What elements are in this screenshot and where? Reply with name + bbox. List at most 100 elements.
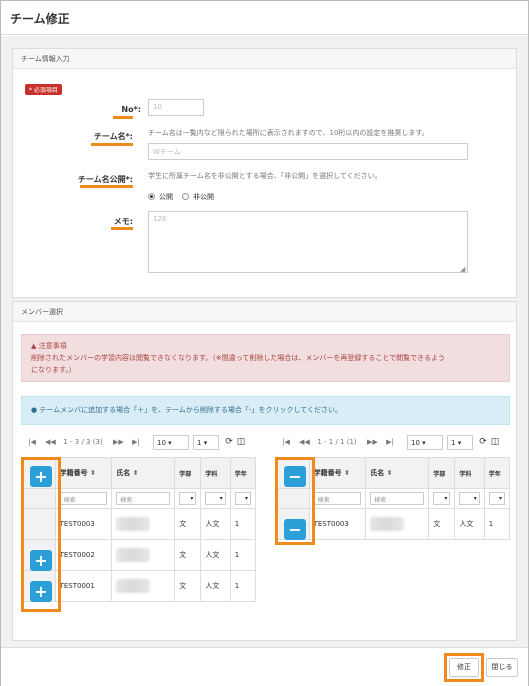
left-filter-student-no-cell: 検索	[54, 488, 113, 509]
left-student-no-header[interactable]: 学籍番号 ⬍	[54, 457, 113, 489]
left-page-select[interactable]: 1 ▾	[193, 435, 219, 450]
left-pager: |◀ ◀◀ 1 - 3 / 3 (3) ▶▶ ▶| 10 ▾ 1 ▾ ⟳ ◫	[21, 435, 261, 451]
public-radio[interactable]	[148, 193, 155, 200]
team-info-panel-title: チーム情報入力	[13, 49, 516, 69]
memo-label: メモ:	[113, 217, 133, 226]
close-button[interactable]: 閉じる	[486, 658, 518, 677]
left-filter-subject-cell: ▾	[200, 488, 231, 509]
right-refresh-icon[interactable]: ⟳	[477, 435, 489, 449]
private-radio-label: 非公開	[193, 193, 214, 201]
left-year-cell: 1	[229, 539, 257, 571]
team-public-help: 学生に所属チーム名を非公開とする場合、「非公開」を選択してください。	[148, 172, 382, 180]
left-filter-student-no-input[interactable]: 検索	[59, 492, 108, 505]
right-columns-icon[interactable]: ◫	[489, 435, 501, 449]
info-icon: ●	[31, 406, 38, 414]
right-filter-name-cell: 検索	[365, 488, 430, 509]
blurred-name	[370, 517, 405, 531]
left-name-cell	[111, 570, 176, 602]
team-public-label-highlight	[80, 185, 133, 188]
info-text: テームメンバに追加する場合「＋」を、テームから削除する場合「-」をクリックしてく…	[39, 406, 343, 414]
memo-textarea[interactable]: 126	[148, 211, 468, 273]
right-student-no-header[interactable]: 学籍番号 ⬍	[308, 457, 367, 489]
left-prev-page-icon[interactable]: ◀◀	[45, 435, 56, 449]
right-filter-dept-cell: ▾	[428, 488, 456, 509]
right-year-header-label: 学年	[488, 470, 501, 478]
right-page-select[interactable]: 1 ▾	[447, 435, 473, 450]
member-select-panel-title: メンバー選択	[13, 302, 516, 322]
right-name-header[interactable]: 氏名 ⬍	[365, 457, 430, 489]
right-dept-header-label: 学部	[433, 470, 446, 478]
no-input[interactable]: 10	[148, 99, 204, 116]
left-student-no-cell: TEST0003	[54, 508, 113, 540]
team-name-input[interactable]: Wチーム	[148, 143, 468, 160]
left-page-value: 1	[197, 439, 202, 447]
private-radio[interactable]	[182, 193, 189, 200]
right-first-page-icon[interactable]: |◀	[281, 435, 291, 449]
left-filter-year-select[interactable]: ▾	[234, 492, 251, 505]
blurred-name	[116, 579, 151, 593]
right-subject-header[interactable]: 学科	[454, 457, 485, 489]
left-filter-dept-cell: ▾	[174, 488, 202, 509]
team-edit-modal: チーム修正 チーム情報入力 * 必須項目 No*: 10 チーム名*: チーム名…	[0, 0, 529, 686]
right-page-size-select[interactable]: 10 ▾	[407, 435, 443, 450]
right-next-page-icon[interactable]: ▶▶	[367, 435, 378, 449]
left-filter-name-input[interactable]: 検索	[116, 492, 171, 505]
left-first-page-icon[interactable]: |◀	[27, 435, 37, 449]
left-subject-header[interactable]: 学科	[200, 457, 231, 489]
left-filter-dept-select[interactable]: ▾	[179, 492, 197, 505]
right-year-cell: 1	[483, 508, 511, 540]
submit-button-highlight	[444, 653, 484, 682]
left-name-header[interactable]: 氏名 ⬍	[111, 457, 176, 489]
textarea-resize-handle[interactable]: ◢	[460, 265, 465, 273]
left-filter-subject-select[interactable]: ▾	[205, 492, 226, 505]
right-filter-year-select[interactable]: ▾	[488, 492, 505, 505]
left-year-header[interactable]: 学年	[229, 457, 257, 489]
right-student-no-cell: TEST0003	[308, 508, 367, 540]
right-dept-header[interactable]: 学部	[428, 457, 456, 489]
left-columns-icon[interactable]: ◫	[235, 435, 247, 449]
right-student-no-header-label: 学籍番号	[313, 469, 342, 477]
warning-icon: ▲	[31, 342, 37, 350]
left-student-no-cell: TEST0001	[54, 570, 113, 602]
no-label-highlight	[113, 116, 133, 119]
left-year-cell: 1	[229, 508, 257, 540]
right-dept-cell: 文	[428, 508, 456, 540]
right-prev-page-icon[interactable]: ◀◀	[299, 435, 310, 449]
left-page-size-select[interactable]: 10 ▾	[153, 435, 189, 450]
left-name-header-label: 氏名	[116, 469, 131, 477]
right-subject-cell: 人文	[454, 508, 485, 540]
left-page-size-value: 10	[157, 439, 166, 447]
right-name-cell	[365, 508, 430, 540]
right-filter-student-no-cell: 検索	[308, 488, 367, 509]
public-radio-label: 公開	[159, 193, 173, 201]
left-last-page-icon[interactable]: ▶|	[131, 435, 141, 449]
left-dept-header[interactable]: 学部	[174, 457, 202, 489]
info-alert: ● テームメンバに追加する場合「＋」を、テームから削除する場合「-」をクリックし…	[21, 396, 510, 425]
right-filter-name-input[interactable]: 検索	[370, 492, 425, 505]
left-dept-cell: 文	[174, 539, 202, 571]
right-last-page-icon[interactable]: ▶|	[385, 435, 395, 449]
warning-line-2: になります。）	[31, 366, 76, 374]
sort-icon: ⬍	[132, 469, 139, 477]
left-name-cell	[111, 539, 176, 571]
left-refresh-icon[interactable]: ⟳	[223, 435, 235, 449]
right-subject-header-label: 学科	[459, 470, 472, 478]
blurred-name	[116, 548, 151, 562]
left-dept-header-label: 学部	[179, 470, 192, 478]
team-name-label-highlight	[91, 143, 133, 146]
right-year-header[interactable]: 学年	[483, 457, 511, 489]
left-pager-info: 1 - 3 / 3 (3)	[63, 438, 103, 446]
remove-column-highlight	[275, 457, 315, 545]
right-filter-student-no-input[interactable]: 検索	[313, 492, 362, 505]
right-pager-info: 1 - 1 / 1 (1)	[317, 438, 357, 446]
left-subject-cell: 人文	[200, 508, 231, 540]
required-badge: * 必須項目	[25, 84, 62, 95]
modal-body: チーム情報入力 * 必須項目 No*: 10 チーム名*: チーム名は一覧内など…	[1, 36, 528, 647]
team-name-label: チーム名*:	[93, 132, 133, 141]
modal-footer: 修正 閉じる	[1, 647, 528, 686]
right-pager: |◀ ◀◀ 1 - 1 / 1 (1) ▶▶ ▶| 10 ▾ 1 ▾ ⟳ ◫	[275, 435, 515, 451]
left-next-page-icon[interactable]: ▶▶	[113, 435, 124, 449]
right-page-value: 1	[451, 439, 456, 447]
right-filter-subject-select[interactable]: ▾	[459, 492, 480, 505]
right-filter-dept-select[interactable]: ▾	[433, 492, 451, 505]
